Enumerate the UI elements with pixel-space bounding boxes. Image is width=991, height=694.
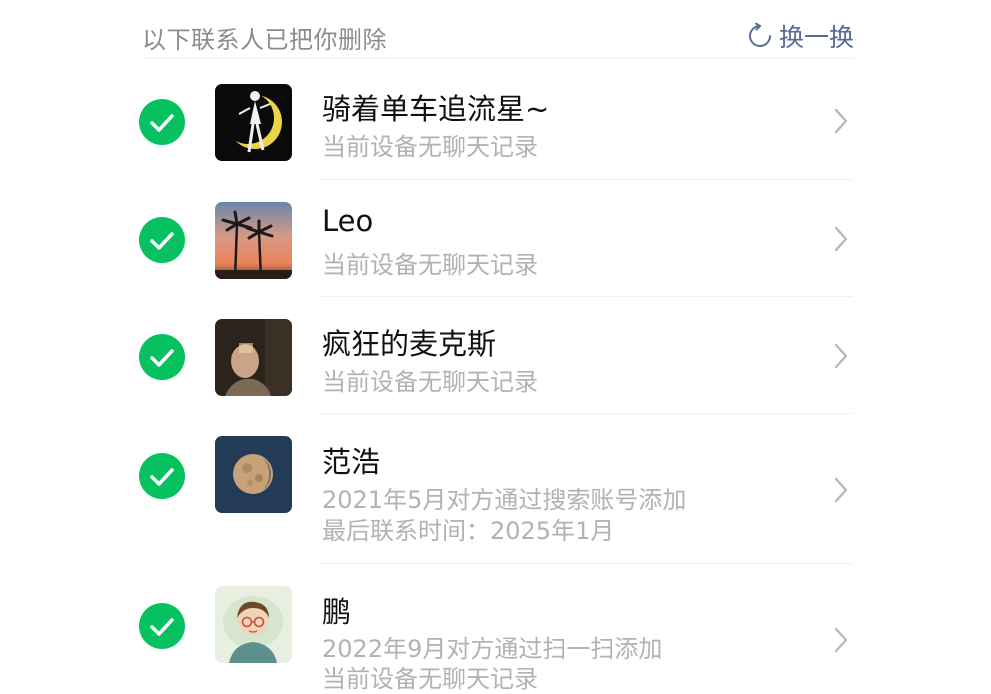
check-icon[interactable] bbox=[138, 333, 186, 381]
cartoon-boy-avatar bbox=[215, 586, 292, 663]
chevron-right-icon bbox=[834, 108, 848, 134]
contact-row[interactable]: 骑着单车追流星~ 当前设备无聊天记录 bbox=[0, 62, 991, 180]
refresh-label: 换一换 bbox=[778, 23, 854, 52]
contact-note: 当前设备无聊天记录 bbox=[322, 665, 538, 693]
chevron-right-icon bbox=[834, 226, 848, 252]
palm-sunset-avatar bbox=[215, 202, 292, 279]
chevron-right-icon bbox=[834, 343, 848, 369]
sailor-moon-avatar bbox=[215, 84, 292, 161]
contact-row[interactable]: 疯狂的麦克斯 当前设备无聊天记录 bbox=[0, 297, 991, 414]
chevron-right-icon bbox=[834, 477, 848, 503]
refresh-icon bbox=[748, 23, 771, 47]
refresh-button[interactable]: 换一换 bbox=[747, 18, 854, 54]
contact-row[interactable]: Leo 当前设备无聊天记录 bbox=[0, 180, 991, 297]
check-icon[interactable] bbox=[138, 602, 186, 650]
check-icon[interactable] bbox=[138, 452, 186, 500]
header-title: 以下联系人已把你删除 bbox=[142, 26, 387, 54]
contact-name: 鹏 bbox=[322, 595, 352, 629]
contact-row[interactable]: 范浩 2021年5月对方通过搜索账号添加 最后联系时间：2025年1月 bbox=[0, 414, 991, 564]
contact-row[interactable]: 鹏 2022年9月对方通过扫一扫添加 当前设备无聊天记录 bbox=[0, 564, 991, 694]
person-photo-avatar bbox=[215, 319, 292, 396]
contact-name: Leo bbox=[322, 204, 374, 238]
check-icon[interactable] bbox=[138, 98, 186, 146]
contact-name: 骑着单车追流星~ bbox=[322, 92, 550, 126]
contact-added-via: 2021年5月对方通过搜索账号添加 bbox=[322, 486, 687, 514]
moon-avatar bbox=[215, 436, 292, 513]
chevron-right-icon bbox=[834, 627, 848, 653]
check-icon[interactable] bbox=[138, 216, 186, 264]
contact-note: 当前设备无聊天记录 bbox=[322, 368, 538, 396]
contact-note: 当前设备无聊天记录 bbox=[322, 133, 538, 161]
contact-name: 范浩 bbox=[322, 445, 381, 479]
contact-last-contact: 最后联系时间：2025年1月 bbox=[322, 517, 615, 545]
contact-name: 疯狂的麦克斯 bbox=[322, 327, 497, 361]
contact-note: 当前设备无聊天记录 bbox=[322, 251, 538, 279]
deleted-contacts-header: 以下联系人已把你删除 换一换 bbox=[142, 0, 854, 59]
